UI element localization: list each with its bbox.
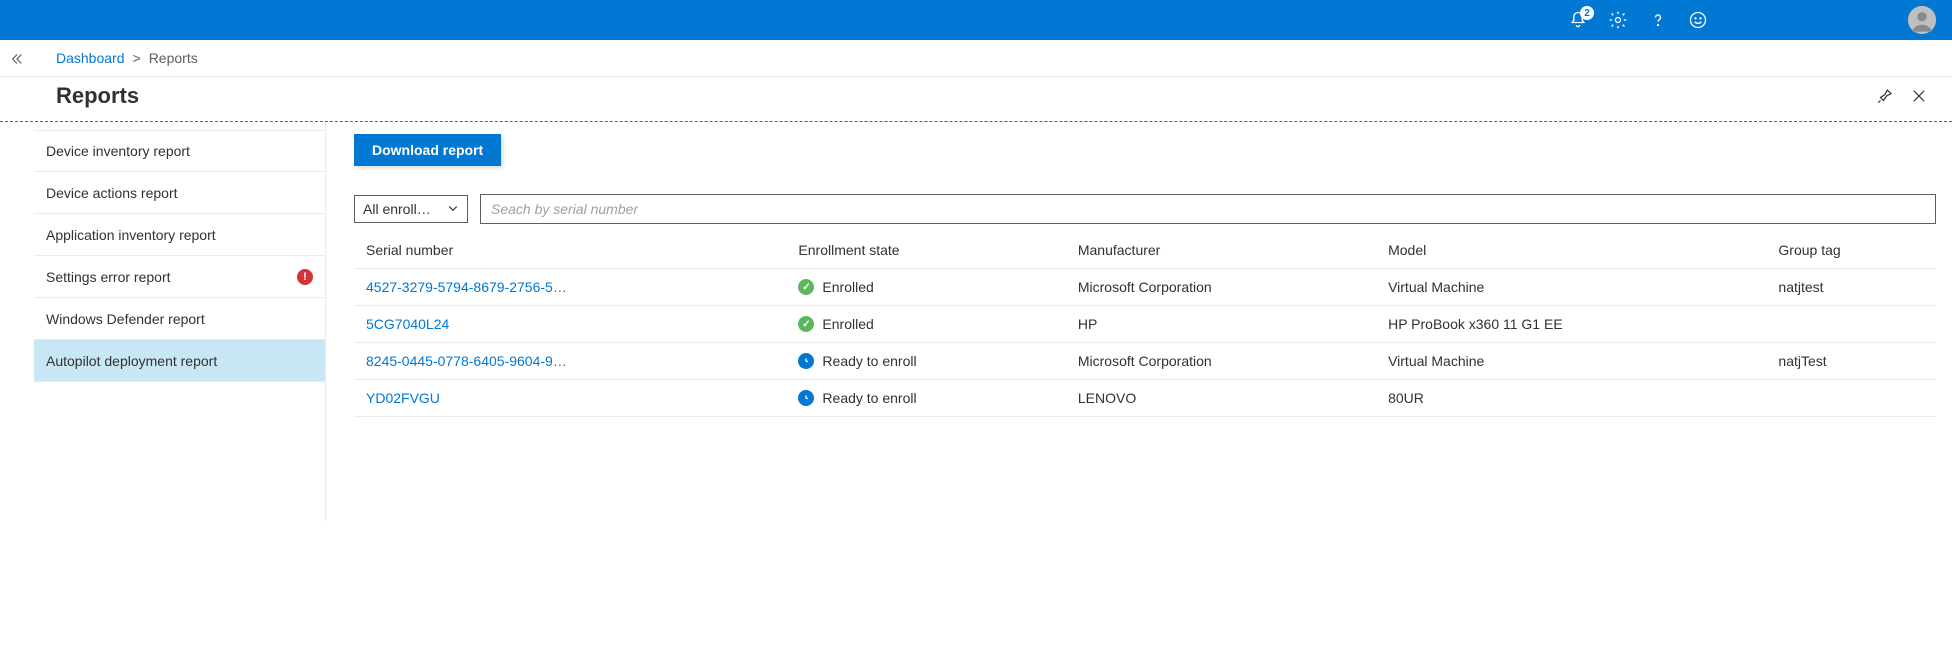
enrolled-check-icon <box>798 316 814 332</box>
user-avatar[interactable] <box>1908 6 1936 34</box>
cell-manufacturer: LENOVO <box>1066 380 1376 417</box>
cell-state: Enrolled <box>786 269 1065 306</box>
filter-controls: All enrollm… <box>354 194 1936 224</box>
sidebar-item-device-actions[interactable]: Device actions report <box>34 172 325 214</box>
collapse-nav-icon[interactable] <box>10 52 24 69</box>
sidebar-item-label: Application inventory report <box>46 227 216 243</box>
cell-model: Virtual Machine <box>1376 269 1766 306</box>
ready-clock-icon <box>798 353 814 369</box>
sidebar-item-label: Settings error report <box>46 269 171 285</box>
cell-manufacturer: HP <box>1066 306 1376 343</box>
cell-state: Ready to enroll <box>786 343 1065 380</box>
cell-state: Ready to enroll <box>786 380 1065 417</box>
notifications-icon[interactable]: 2 <box>1568 10 1588 30</box>
col-serial[interactable]: Serial number <box>354 232 786 269</box>
breadcrumb: Dashboard > Reports <box>0 40 1952 77</box>
serial-link[interactable]: 4527-3279-5794-8679-2756-5… <box>354 269 786 306</box>
state-text: Ready to enroll <box>822 353 916 369</box>
serial-search-input[interactable] <box>480 194 1936 224</box>
breadcrumb-separator: > <box>133 50 141 66</box>
sidebar-item-label: Autopilot deployment report <box>46 353 217 369</box>
sidebar-item-settings-error[interactable]: Settings error report ! <box>34 256 325 298</box>
content-body: Device inventory report Device actions r… <box>0 122 1952 522</box>
sidebar-item-label: Device actions report <box>46 185 178 201</box>
serial-link[interactable]: YD02FVGU <box>354 380 786 417</box>
col-model[interactable]: Model <box>1376 232 1766 269</box>
breadcrumb-current: Reports <box>149 50 198 66</box>
enrollment-filter-dropdown[interactable]: All enrollm… <box>354 195 468 223</box>
sidebar-item-application-inventory[interactable]: Application inventory report <box>34 214 325 256</box>
sidebar-item-label: Windows Defender report <box>46 311 205 327</box>
state-text: Enrolled <box>822 279 873 295</box>
filter-selected-label: All enrollm… <box>363 201 441 217</box>
devices-table: Serial number Enrollment state Manufactu… <box>354 232 1936 417</box>
col-enrollment-state[interactable]: Enrollment state <box>786 232 1065 269</box>
enrolled-check-icon <box>798 279 814 295</box>
cell-group-tag <box>1766 380 1936 417</box>
cell-model: 80UR <box>1376 380 1766 417</box>
ready-clock-icon <box>798 390 814 406</box>
table-row[interactable]: YD02FVGU Ready to enroll LENOVO 80UR <box>354 380 1936 417</box>
sidebar-item-label: Device inventory report <box>46 143 190 159</box>
state-text: Enrolled <box>822 316 873 332</box>
page-title-bar: Reports <box>0 77 1952 122</box>
table-row[interactable]: 8245-0445-0778-6405-9604-9… Ready to enr… <box>354 343 1936 380</box>
title-actions <box>1876 87 1928 105</box>
page-title: Reports <box>56 83 139 109</box>
global-header: 2 <box>0 0 1952 40</box>
error-badge-icon: ! <box>297 269 313 285</box>
reports-sidebar: Device inventory report Device actions r… <box>34 122 326 522</box>
table-row[interactable]: 4527-3279-5794-8679-2756-5… Enrolled Mic… <box>354 269 1936 306</box>
sidebar-item-autopilot-deployment[interactable]: Autopilot deployment report <box>34 340 325 382</box>
help-icon[interactable] <box>1648 10 1668 30</box>
serial-link[interactable]: 8245-0445-0778-6405-9604-9… <box>354 343 786 380</box>
close-icon[interactable] <box>1910 87 1928 105</box>
table-header-row: Serial number Enrollment state Manufactu… <box>354 232 1936 269</box>
serial-link[interactable]: 5CG7040L24 <box>354 306 786 343</box>
chevron-down-icon <box>447 201 459 217</box>
cell-group-tag: natjTest <box>1766 343 1936 380</box>
state-text: Ready to enroll <box>822 390 916 406</box>
sidebar-item-windows-defender[interactable]: Windows Defender report <box>34 298 325 340</box>
cell-group-tag: natjtest <box>1766 269 1936 306</box>
report-main: Download report All enrollm… Serial numb… <box>326 122 1952 522</box>
col-manufacturer[interactable]: Manufacturer <box>1066 232 1376 269</box>
download-report-button[interactable]: Download report <box>354 134 501 166</box>
sidebar-item-device-inventory[interactable]: Device inventory report <box>34 130 325 172</box>
cell-model: Virtual Machine <box>1376 343 1766 380</box>
cell-manufacturer: Microsoft Corporation <box>1066 343 1376 380</box>
cell-model: HP ProBook x360 11 G1 EE <box>1376 306 1766 343</box>
cell-state: Enrolled <box>786 306 1065 343</box>
cell-group-tag <box>1766 306 1936 343</box>
feedback-smiley-icon[interactable] <box>1688 10 1708 30</box>
cell-manufacturer: Microsoft Corporation <box>1066 269 1376 306</box>
col-group-tag[interactable]: Group tag <box>1766 232 1936 269</box>
pin-icon[interactable] <box>1876 87 1894 105</box>
notification-badge: 2 <box>1580 6 1594 20</box>
table-row[interactable]: 5CG7040L24 Enrolled HP HP ProBook x360 1… <box>354 306 1936 343</box>
breadcrumb-root-link[interactable]: Dashboard <box>56 50 125 66</box>
settings-gear-icon[interactable] <box>1608 10 1628 30</box>
